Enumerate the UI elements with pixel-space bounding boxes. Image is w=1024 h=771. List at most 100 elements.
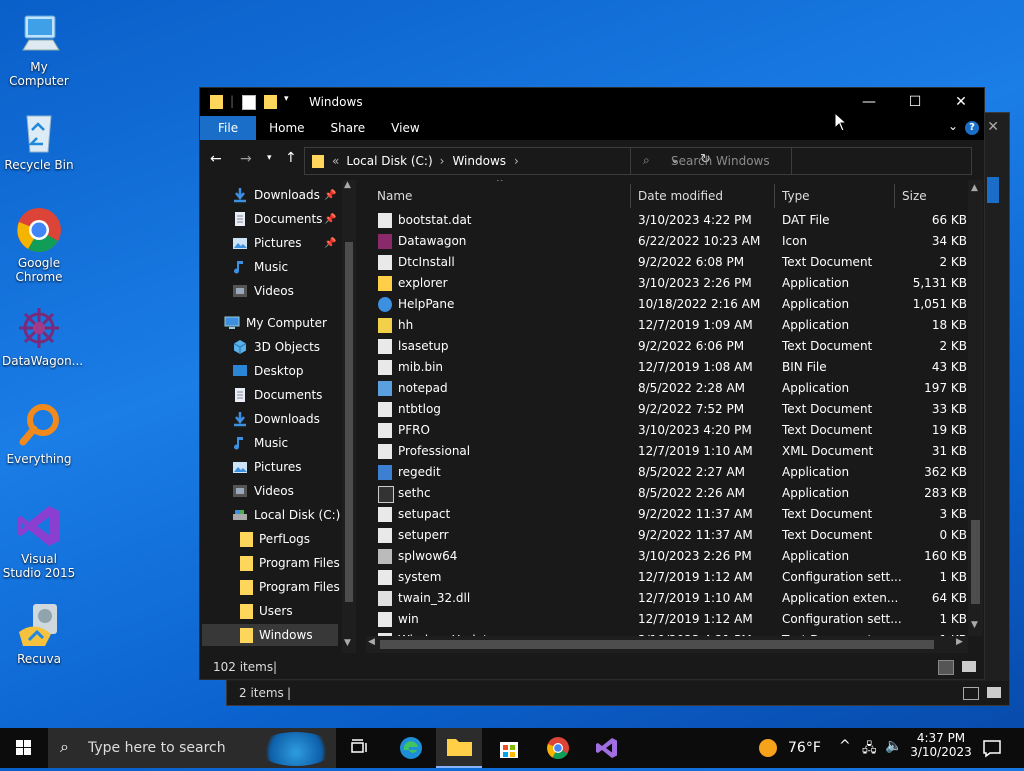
nav-item-pictures[interactable]: Pictures — [232, 456, 302, 478]
minimize-button[interactable]: — — [846, 88, 892, 116]
desktop-icon-datawagon[interactable]: DataWagon... — [2, 304, 83, 368]
edge-icon[interactable] — [399, 736, 423, 760]
network-icon[interactable]: 🖧 — [862, 739, 877, 761]
file-row[interactable]: setupact 9/2/2022 11:37 AM Text Document 3 … — [366, 504, 983, 525]
file-row[interactable]: splwow64 3/10/2023 2:26 PM Application 160 … — [366, 546, 983, 567]
back-arrow-icon[interactable]: ← — [210, 151, 222, 167]
pin-icon[interactable]: 📌 — [324, 214, 336, 225]
chrome-icon[interactable] — [546, 736, 570, 760]
tab-view[interactable]: View — [378, 116, 432, 140]
nav-item-3d-objects[interactable]: 3D Objects — [232, 336, 320, 358]
show-hidden-icons-icon[interactable]: ^ — [839, 738, 851, 754]
column-name[interactable]: Name — [377, 189, 412, 203]
nav-item-program-files-x86[interactable]: Program Files ( — [240, 576, 348, 598]
file-explorer-taskbar-button[interactable] — [436, 728, 482, 768]
nav-item-music-2[interactable]: Music — [232, 432, 288, 454]
desktop-icon-recuva[interactable]: Recuva — [2, 602, 76, 666]
tab-home[interactable]: Home — [256, 116, 317, 140]
desktop-icon-my-computer[interactable]: My Computer — [2, 10, 76, 88]
nav-item-downloads[interactable]: Downloads — [232, 408, 320, 430]
file-row[interactable]: bootstat.dat 3/10/2023 4:22 PM DAT File 66 … — [366, 210, 983, 231]
file-row[interactable]: DtcInstall 9/2/2022 6:08 PM Text Document 2… — [366, 252, 983, 273]
scroll-down-icon[interactable]: ▼ — [344, 638, 351, 648]
tab-share[interactable]: Share — [318, 116, 379, 140]
nav-item-documents[interactable]: Documents — [232, 384, 322, 406]
up-arrow-icon[interactable]: ↑ — [285, 150, 297, 166]
horizontal-scroll-thumb[interactable] — [380, 640, 934, 649]
clock[interactable]: 4:37 PM 3/10/2023 — [908, 731, 974, 759]
nav-item-my-computer[interactable]: My Computer — [224, 312, 327, 334]
file-row[interactable]: HelpPane 10/18/2022 2:16 AM Application 1,0… — [366, 294, 983, 315]
nav-item-local-disk[interactable]: Local Disk (C:) — [232, 504, 340, 526]
volume-icon[interactable]: 🔈 — [885, 738, 902, 754]
search-input[interactable]: Search Windows — [671, 154, 770, 168]
scroll-left-icon[interactable]: ◀ — [368, 637, 375, 647]
file-row[interactable]: Datawagon 6/22/2022 10:23 AM Icon 34 KB — [366, 231, 983, 252]
recent-locations-icon[interactable]: ▾ — [267, 153, 272, 163]
file-row[interactable]: PFRO 3/10/2023 4:20 PM Text Document 19 KB — [366, 420, 983, 441]
file-row[interactable]: twain_32.dll 12/7/2019 1:10 AM Application… — [366, 588, 983, 609]
file-row[interactable]: sethc 8/5/2022 2:26 AM Application 283 KB — [366, 483, 983, 504]
scroll-right-icon[interactable]: ▶ — [956, 637, 963, 647]
expand-ribbon-icon[interactable]: ⌄ — [948, 119, 958, 133]
nav-scroll-thumb[interactable] — [345, 242, 353, 602]
vertical-scroll-thumb[interactable] — [971, 520, 980, 604]
nav-item-downloads-pinned[interactable]: Downloads 📌 — [232, 184, 336, 206]
task-view-icon[interactable] — [348, 736, 372, 760]
close-button[interactable]: ✕ — [938, 88, 984, 116]
desktop-icon-recycle-bin[interactable]: Recycle Bin — [2, 108, 76, 172]
nav-item-music[interactable]: Music — [232, 256, 288, 278]
nav-item-pictures-pinned[interactable]: Pictures 📌 — [232, 232, 336, 254]
nav-item-videos-2[interactable]: Videos — [232, 480, 294, 502]
customize-quick-access-icon[interactable]: ▾ — [284, 94, 289, 104]
details-view-icon[interactable] — [963, 687, 979, 700]
vertical-scrollbar[interactable]: ▲ ▼ — [968, 180, 983, 636]
scroll-up-icon[interactable]: ▲ — [971, 183, 978, 193]
nav-scrollbar[interactable]: ▲ ▼ — [342, 180, 356, 653]
taskbar-search-box[interactable]: ⌕ Type here to search — [48, 728, 336, 768]
details-view-icon[interactable] — [938, 660, 954, 675]
file-row[interactable]: ntbtlog 9/2/2022 7:52 PM Text Document 33 K… — [366, 399, 983, 420]
forward-arrow-icon[interactable]: → — [240, 151, 252, 167]
maximize-button[interactable]: ☐ — [892, 88, 938, 116]
column-size[interactable]: Size — [902, 189, 927, 203]
pin-icon[interactable]: 📌 — [324, 238, 336, 249]
desktop-icon-visual-studio[interactable]: Visual Studio 2015 — [2, 502, 76, 580]
file-row[interactable]: win 12/7/2019 1:12 AM Configuration sett..… — [366, 609, 983, 630]
notifications-icon[interactable] — [980, 736, 1004, 760]
file-row[interactable]: lsasetup 9/2/2022 6:06 PM Text Document 2 K… — [366, 336, 983, 357]
taskbar-search-input[interactable]: Type here to search — [88, 740, 226, 756]
file-row[interactable]: setuperr 9/2/2022 11:37 AM Text Document 0 … — [366, 525, 983, 546]
properties-icon[interactable] — [242, 95, 256, 110]
scroll-down-icon[interactable]: ▼ — [971, 620, 978, 630]
tab-file[interactable]: File — [200, 116, 257, 140]
nav-item-program-files[interactable]: Program Files — [240, 552, 340, 574]
file-row[interactable]: mib.bin 12/7/2019 1:08 AM BIN File 43 KB — [366, 357, 983, 378]
breadcrumb-windows[interactable]: Windows — [452, 154, 506, 168]
file-row[interactable]: hh 12/7/2019 1:09 AM Application 18 KB — [366, 315, 983, 336]
desktop-icon-chrome[interactable]: Google Chrome — [2, 206, 76, 284]
desktop-icon-everything[interactable]: Everything — [2, 402, 76, 466]
file-row[interactable]: Professional 12/7/2019 1:10 AM XML Documen… — [366, 441, 983, 462]
scroll-up-icon[interactable]: ▲ — [344, 180, 351, 190]
nav-item-videos[interactable]: Videos — [232, 280, 294, 302]
help-icon[interactable]: ? — [965, 121, 979, 135]
store-icon[interactable] — [497, 736, 521, 760]
weather-temperature[interactable]: 76°F — [788, 740, 821, 756]
nav-item-perflogs[interactable]: PerfLogs — [240, 528, 310, 550]
close-icon[interactable]: ✕ — [987, 119, 999, 135]
nav-item-documents-pinned[interactable]: Documents 📌 — [232, 208, 336, 230]
file-row[interactable]: notepad 8/5/2022 2:28 AM Application 197 KB — [366, 378, 983, 399]
file-row[interactable]: regedit 8/5/2022 2:27 AM Application 362 KB — [366, 462, 983, 483]
nav-item-users[interactable]: Users — [240, 600, 293, 622]
pin-icon[interactable]: 📌 — [324, 190, 336, 201]
file-row[interactable]: system 12/7/2019 1:12 AM Configuration set… — [366, 567, 983, 588]
column-type[interactable]: Type — [782, 189, 810, 203]
start-button[interactable] — [0, 728, 48, 768]
visual-studio-icon[interactable] — [595, 736, 619, 760]
horizontal-scrollbar[interactable]: ◀ ▶ — [366, 636, 968, 653]
nav-item-desktop[interactable]: Desktop — [232, 360, 304, 382]
new-folder-icon[interactable] — [264, 95, 277, 109]
large-icons-view-icon[interactable] — [962, 661, 976, 672]
large-icons-view-icon[interactable] — [987, 687, 1001, 698]
